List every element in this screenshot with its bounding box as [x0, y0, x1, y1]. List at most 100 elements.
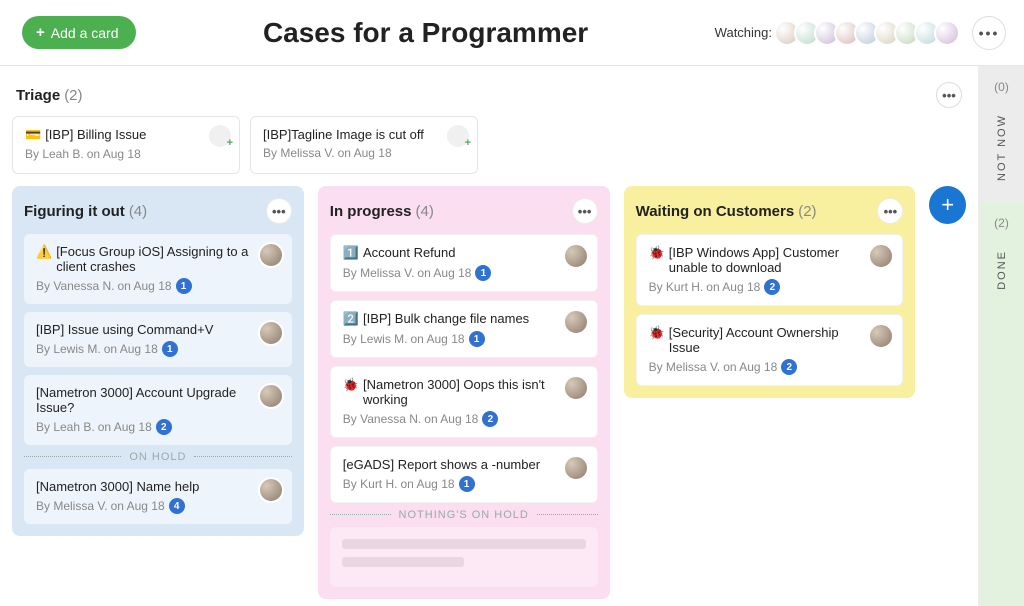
column-count: (4)	[129, 203, 147, 220]
comment-badge: 2	[156, 419, 172, 435]
column-card[interactable]: [Nametron 3000] Name help By Melissa V.o…	[24, 469, 292, 524]
triage-card[interactable]: 💳 [IBP] Billing Issue By Leah B.on Aug 1…	[12, 116, 240, 174]
on-hold-divider: ON HOLD	[24, 451, 292, 463]
column-menu-button[interactable]: •••	[877, 198, 903, 224]
card-avatar[interactable]	[258, 383, 284, 409]
plus-icon: +	[36, 24, 45, 41]
column-menu-button[interactable]: •••	[266, 198, 292, 224]
kebab-icon: •••	[979, 25, 1000, 41]
card-title: [IBP]Tagline Image is cut off	[263, 127, 465, 142]
column-menu-button[interactable]: •••	[572, 198, 598, 224]
card-title: 🐞 [IBP Windows App] Customer unable to d…	[649, 245, 891, 275]
column-cards: ⚠️ [Focus Group iOS] Assigning to a clie…	[24, 234, 292, 445]
assign-icon[interactable]	[447, 125, 469, 147]
card-title: [IBP] Issue using Command+V	[36, 322, 280, 337]
card-title: [Nametron 3000] Name help	[36, 479, 280, 494]
column-card[interactable]: 🐞 [Nametron 3000] Oops this isn't workin…	[330, 366, 598, 438]
card-title: 💳 [IBP] Billing Issue	[25, 127, 227, 143]
card-emoji-icon: ⚠️	[36, 244, 52, 260]
comment-badge: 4	[169, 498, 185, 514]
card-meta: By Melissa V.on Aug 18 2	[649, 359, 891, 375]
column-card[interactable]: [eGADS] Report shows a -number By Kurt H…	[330, 446, 598, 503]
card-avatar[interactable]	[258, 242, 284, 268]
column-card[interactable]: [IBP] Issue using Command+V By Lewis M.o…	[24, 312, 292, 367]
columns-row: Figuring it out (4) ••• ⚠️ [Focus Group …	[12, 186, 966, 599]
comment-badge: 1	[176, 278, 192, 294]
column-hold-cards: [Nametron 3000] Name help By Melissa V.o…	[24, 469, 292, 524]
watching-label: Watching:	[715, 25, 772, 40]
triage-section: Triage (2) ••• 💳 [IBP] Billing Issue By …	[12, 78, 966, 174]
column-card[interactable]: 🐞 [IBP Windows App] Customer unable to d…	[636, 234, 904, 306]
app-header: + Add a card Cases for a Programmer Watc…	[0, 0, 1024, 66]
card-emoji-icon: 🐞	[649, 325, 665, 341]
card-emoji-icon: 🐞	[343, 377, 359, 393]
card-title: ⚠️ [Focus Group iOS] Assigning to a clie…	[36, 244, 280, 274]
add-card-button[interactable]: + Add a card	[22, 16, 136, 49]
column-count: (4)	[415, 203, 433, 220]
placeholder-card	[330, 527, 598, 587]
comment-badge: 2	[781, 359, 797, 375]
column-waiting: Waiting on Customers (2) ••• 🐞 [IBP Wind…	[624, 186, 916, 398]
triage-menu-button[interactable]: •••	[936, 82, 962, 108]
card-emoji-icon: 💳	[25, 127, 41, 143]
card-emoji-icon: 2️⃣	[343, 311, 359, 327]
rail-not-now[interactable]: (0) NOT NOW	[978, 66, 1024, 202]
comment-badge: 1	[162, 341, 178, 357]
rail-done[interactable]: (2) DONE	[978, 202, 1024, 606]
card-avatar[interactable]	[258, 477, 284, 503]
assign-icon[interactable]	[209, 125, 231, 147]
main-columns: Triage (2) ••• 💳 [IBP] Billing Issue By …	[0, 66, 978, 606]
comment-badge: 1	[469, 331, 485, 347]
rail-not-now-label: NOT NOW	[996, 114, 1008, 181]
kebab-icon: •••	[272, 204, 286, 219]
column-card[interactable]: 🐞 [Security] Account Ownership Issue By …	[636, 314, 904, 386]
triage-count: (2)	[64, 87, 82, 104]
comment-badge: 1	[459, 476, 475, 492]
triage-card[interactable]: [IBP]Tagline Image is cut off By Melissa…	[250, 116, 478, 174]
card-meta: By Lewis M.on Aug 18 1	[343, 331, 585, 347]
card-meta: By Melissa V.on Aug 18	[263, 146, 465, 160]
card-title: 🐞 [Security] Account Ownership Issue	[649, 325, 891, 355]
card-avatar[interactable]	[563, 243, 589, 269]
comment-badge: 2	[482, 411, 498, 427]
card-avatar[interactable]	[563, 455, 589, 481]
card-title: [eGADS] Report shows a -number	[343, 457, 585, 472]
right-rail: (0) NOT NOW (2) DONE	[978, 66, 1024, 606]
kebab-icon: •••	[884, 204, 898, 219]
header-menu-button[interactable]: •••	[972, 16, 1006, 50]
card-emoji-icon: 🐞	[649, 245, 665, 261]
card-title: 🐞 [Nametron 3000] Oops this isn't workin…	[343, 377, 585, 407]
card-meta: By Melissa V.on Aug 18 1	[343, 265, 585, 281]
column-card[interactable]: 2️⃣ [IBP] Bulk change file names By Lewi…	[330, 300, 598, 358]
card-avatar[interactable]	[258, 320, 284, 346]
card-meta: By Vanessa N.on Aug 18 1	[36, 278, 280, 294]
column-title: Figuring it out	[24, 203, 125, 220]
column-header: In progress (4) •••	[330, 198, 598, 224]
add-column-button[interactable]: +	[929, 186, 966, 224]
column-inprogress: In progress (4) ••• 1️⃣ Account Refund B…	[318, 186, 610, 599]
card-meta: By Melissa V.on Aug 18 4	[36, 498, 280, 514]
card-emoji-icon: 1️⃣	[343, 245, 359, 261]
triage-cards: 💳 [IBP] Billing Issue By Leah B.on Aug 1…	[12, 116, 966, 174]
column-cards: 1️⃣ Account Refund By Melissa V.on Aug 1…	[330, 234, 598, 503]
column-card[interactable]: ⚠️ [Focus Group iOS] Assigning to a clie…	[24, 234, 292, 304]
card-title: 2️⃣ [IBP] Bulk change file names	[343, 311, 585, 327]
rail-not-now-count: (0)	[994, 80, 1009, 94]
column-title: Waiting on Customers	[636, 203, 795, 220]
column-card[interactable]: 1️⃣ Account Refund By Melissa V.on Aug 1…	[330, 234, 598, 292]
triage-title: Triage	[16, 87, 60, 104]
nothing-on-hold-divider: NOTHING'S ON HOLD	[330, 509, 598, 521]
column-card[interactable]: [Nametron 3000] Account Upgrade Issue? B…	[24, 375, 292, 445]
card-title: [Nametron 3000] Account Upgrade Issue?	[36, 385, 280, 415]
column-title: In progress	[330, 203, 412, 220]
card-avatar[interactable]	[563, 309, 589, 335]
column-header: Waiting on Customers (2) •••	[636, 198, 904, 224]
watchers-avatars[interactable]	[780, 20, 960, 46]
card-avatar[interactable]	[868, 243, 894, 269]
triage-header: Triage (2) •••	[12, 78, 966, 116]
rail-done-count: (2)	[994, 216, 1009, 230]
card-meta: By Leah B.on Aug 18	[25, 147, 227, 161]
card-avatar[interactable]	[868, 323, 894, 349]
card-avatar[interactable]	[563, 375, 589, 401]
watcher-avatar[interactable]	[934, 20, 960, 46]
